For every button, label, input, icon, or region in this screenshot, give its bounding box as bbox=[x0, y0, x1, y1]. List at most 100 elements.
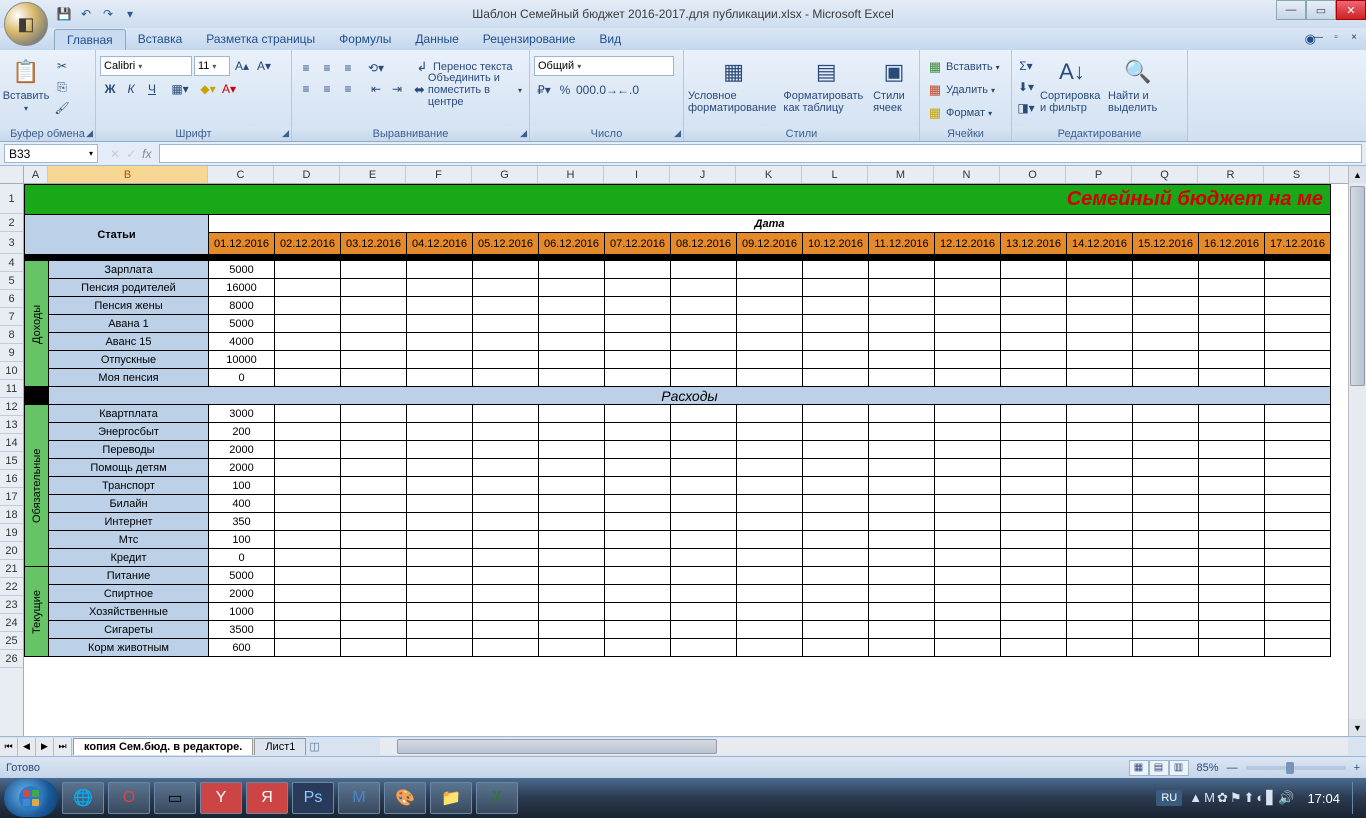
launcher-icon[interactable]: ◢ bbox=[86, 128, 93, 139]
cell[interactable] bbox=[539, 459, 605, 477]
underline-button[interactable]: Ч bbox=[142, 79, 162, 99]
cell[interactable] bbox=[605, 369, 671, 387]
col-header[interactable]: K bbox=[736, 166, 802, 183]
col-header[interactable]: Q bbox=[1132, 166, 1198, 183]
cell[interactable] bbox=[407, 333, 473, 351]
row-header[interactable]: 24 bbox=[0, 614, 23, 632]
cell[interactable] bbox=[1199, 567, 1265, 585]
cell[interactable] bbox=[1265, 621, 1331, 639]
first-sheet-icon[interactable]: ⏮ bbox=[0, 738, 18, 756]
cell[interactable] bbox=[539, 567, 605, 585]
col-header[interactable]: I bbox=[604, 166, 670, 183]
value-cell[interactable]: 5000 bbox=[209, 315, 275, 333]
taskbar-item[interactable]: ▭ bbox=[154, 782, 196, 814]
cell[interactable] bbox=[605, 423, 671, 441]
value-cell[interactable]: 2000 bbox=[209, 585, 275, 603]
cell[interactable] bbox=[407, 369, 473, 387]
cell[interactable] bbox=[1199, 585, 1265, 603]
cell[interactable] bbox=[1067, 369, 1133, 387]
cell[interactable] bbox=[1133, 603, 1199, 621]
cell[interactable] bbox=[539, 441, 605, 459]
cell[interactable] bbox=[671, 441, 737, 459]
cell[interactable] bbox=[869, 297, 935, 315]
cell[interactable] bbox=[473, 639, 539, 657]
row-header[interactable]: 15 bbox=[0, 452, 23, 470]
cell[interactable] bbox=[275, 261, 341, 279]
row-header[interactable]: 25 bbox=[0, 632, 23, 650]
value-cell[interactable]: 200 bbox=[209, 423, 275, 441]
cell[interactable] bbox=[275, 639, 341, 657]
cell[interactable] bbox=[869, 441, 935, 459]
cell[interactable] bbox=[935, 279, 1001, 297]
cell[interactable] bbox=[1265, 639, 1331, 657]
cell[interactable] bbox=[935, 585, 1001, 603]
row-header[interactable]: 23 bbox=[0, 596, 23, 614]
cell[interactable] bbox=[803, 603, 869, 621]
cell[interactable] bbox=[1199, 297, 1265, 315]
cell[interactable] bbox=[803, 531, 869, 549]
col-header[interactable]: F bbox=[406, 166, 472, 183]
row-header[interactable]: 8 bbox=[0, 326, 23, 344]
cell[interactable] bbox=[1001, 333, 1067, 351]
cell[interactable] bbox=[539, 531, 605, 549]
cell[interactable] bbox=[935, 423, 1001, 441]
cell[interactable] bbox=[935, 333, 1001, 351]
cell[interactable] bbox=[671, 621, 737, 639]
merge-center-button[interactable]: ⬌Объединить и поместить в центре▾ bbox=[411, 79, 525, 101]
value-cell[interactable]: 2000 bbox=[209, 441, 275, 459]
cell[interactable] bbox=[737, 567, 803, 585]
cell[interactable] bbox=[803, 585, 869, 603]
col-header[interactable]: A bbox=[24, 166, 48, 183]
cell[interactable] bbox=[473, 621, 539, 639]
row-label[interactable]: Зарплата bbox=[49, 261, 209, 279]
row-header[interactable]: 19 bbox=[0, 524, 23, 542]
cell[interactable] bbox=[671, 297, 737, 315]
clock[interactable]: 17:04 bbox=[1301, 791, 1346, 806]
row-label[interactable]: Квартплата bbox=[49, 405, 209, 423]
cell[interactable] bbox=[539, 423, 605, 441]
value-cell[interactable]: 100 bbox=[209, 477, 275, 495]
cell[interactable] bbox=[1133, 369, 1199, 387]
cell[interactable] bbox=[1133, 567, 1199, 585]
cell[interactable] bbox=[1199, 639, 1265, 657]
launcher-icon[interactable]: ◢ bbox=[282, 128, 289, 139]
taskbar-item[interactable]: O bbox=[108, 782, 150, 814]
column-headers[interactable]: ABCDEFGHIJKLMNOPQRS bbox=[24, 166, 1348, 184]
cell[interactable] bbox=[407, 315, 473, 333]
cell[interactable] bbox=[407, 495, 473, 513]
date-cell[interactable]: 04.12.2016 bbox=[407, 233, 473, 255]
cell[interactable] bbox=[605, 333, 671, 351]
date-cell[interactable]: 05.12.2016 bbox=[473, 233, 539, 255]
cell[interactable] bbox=[869, 603, 935, 621]
cell[interactable] bbox=[935, 639, 1001, 657]
cell[interactable] bbox=[935, 441, 1001, 459]
cell[interactable] bbox=[341, 423, 407, 441]
tab-Рецензирование[interactable]: Рецензирование bbox=[471, 29, 588, 50]
cell[interactable] bbox=[473, 513, 539, 531]
row-label[interactable]: Моя пенсия bbox=[49, 369, 209, 387]
cell[interactable] bbox=[275, 333, 341, 351]
row-header[interactable]: 4 bbox=[0, 254, 23, 272]
cell[interactable] bbox=[935, 531, 1001, 549]
row-label[interactable]: Спиртное bbox=[49, 585, 209, 603]
cell[interactable] bbox=[803, 405, 869, 423]
cell[interactable] bbox=[1001, 405, 1067, 423]
cell[interactable] bbox=[407, 621, 473, 639]
launcher-icon[interactable]: ◢ bbox=[674, 128, 681, 139]
cell[interactable] bbox=[1199, 549, 1265, 567]
cell[interactable] bbox=[1067, 333, 1133, 351]
cell[interactable] bbox=[803, 495, 869, 513]
cell[interactable] bbox=[1001, 297, 1067, 315]
align-top-icon[interactable]: ≡ bbox=[296, 58, 316, 78]
row-header[interactable]: 9 bbox=[0, 344, 23, 362]
sort-filter-button[interactable]: A↓Сортировка и фильтр bbox=[1040, 52, 1104, 114]
cell[interactable] bbox=[737, 639, 803, 657]
date-cell[interactable]: 14.12.2016 bbox=[1067, 233, 1133, 255]
row-header[interactable]: 20 bbox=[0, 542, 23, 560]
cell[interactable] bbox=[869, 567, 935, 585]
cell[interactable] bbox=[1001, 477, 1067, 495]
date-cell[interactable]: 01.12.2016 bbox=[209, 233, 275, 255]
cell[interactable] bbox=[473, 423, 539, 441]
find-select-button[interactable]: 🔍Найти и выделить bbox=[1108, 52, 1168, 114]
cell[interactable] bbox=[407, 531, 473, 549]
